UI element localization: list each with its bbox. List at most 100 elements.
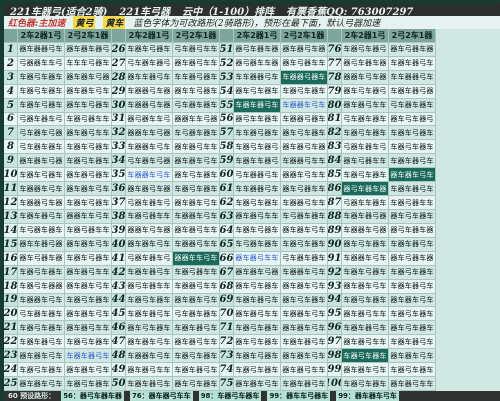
- cell-value[interactable]: 车器弓车器弓: [234, 140, 281, 155]
- cell-value[interactable]: 车器弓车器车: [18, 321, 65, 336]
- cell-value[interactable]: 车器弓车器车: [389, 307, 436, 322]
- cell-value[interactable]: 车器车器弓车: [18, 209, 65, 224]
- cell-value[interactable]: 器车器车弓车: [342, 279, 389, 294]
- cell-value[interactable]: 车器器弓器车: [281, 70, 328, 85]
- cell-value[interactable]: 器车器弓车车: [342, 307, 389, 322]
- cell-value[interactable]: 器车弓车器车: [389, 209, 436, 224]
- cell-value[interactable]: 车器器弓器车: [281, 112, 328, 127]
- cell-value[interactable]: 车弓器车器车: [281, 209, 328, 224]
- cell-value[interactable]: 车车器器弓车: [389, 70, 436, 85]
- cell-value[interactable]: 器车器车弓车: [65, 279, 112, 294]
- cell-value[interactable]: 器器车弓车器: [342, 70, 389, 85]
- cell-value[interactable]: 器车弓车器弓: [342, 84, 389, 99]
- cell-value[interactable]: 器车器车弓车: [173, 154, 220, 169]
- cell-value[interactable]: 弓车器车弓器: [126, 154, 173, 169]
- cell-value[interactable]: 器车弓器车器: [18, 251, 65, 266]
- cell-value[interactable]: 器车器车弓车: [173, 196, 220, 210]
- cell-value[interactable]: 车车器弓器车: [173, 70, 220, 85]
- cell-value[interactable]: 车器弓车器车: [234, 196, 281, 210]
- cell-value[interactable]: 器车器弓车车: [342, 98, 389, 113]
- cell-value[interactable]: 器车器弓车车: [65, 126, 112, 141]
- cell-value[interactable]: 车器车器弓车: [173, 363, 220, 378]
- cell-value[interactable]: 车器弓车器车: [342, 349, 389, 364]
- cell-value[interactable]: 车器车器弓车: [389, 335, 436, 350]
- cell-value[interactable]: 车器车弓器车: [18, 98, 65, 113]
- cell-value[interactable]: 器弓车器车车: [126, 279, 173, 294]
- cell-value[interactable]: 弓车器车器车: [342, 112, 389, 127]
- cell-value[interactable]: 车器弓车器弓: [342, 42, 389, 57]
- cell-value[interactable]: 器器车车弓器: [126, 126, 173, 141]
- cell-value[interactable]: 器车器弓车器: [126, 182, 173, 197]
- cell-value[interactable]: 器车器弓车车: [173, 223, 220, 238]
- cell-value[interactable]: 器车器车弓车: [389, 293, 436, 308]
- cell-value[interactable]: 车器车器弓车: [389, 237, 436, 252]
- cell-value[interactable]: 车器弓车器车: [281, 237, 328, 252]
- cell-value[interactable]: 车器弓车器车: [65, 154, 112, 169]
- cell-value[interactable]: 车器车器弓车: [65, 349, 112, 364]
- cell-value[interactable]: 器车弓车器弓: [389, 112, 436, 127]
- cell-value[interactable]: 器车器车弓车: [281, 223, 328, 238]
- cell-value[interactable]: 器车车弓器车: [65, 98, 112, 113]
- cell-value[interactable]: 器车车器弓车: [126, 70, 173, 85]
- cell-value[interactable]: 车器车器弓车: [18, 335, 65, 350]
- cell-value[interactable]: 车器车弓器车: [389, 126, 436, 141]
- cell-value[interactable]: 器车器车弓车: [342, 363, 389, 378]
- cell-value[interactable]: 车器车器弓车: [342, 321, 389, 336]
- cell-value[interactable]: 车器弓车器车: [389, 265, 436, 280]
- cell-value[interactable]: 车器弓车器车: [18, 70, 65, 85]
- cell-value[interactable]: 车车器弓器车: [234, 126, 281, 141]
- cell-value[interactable]: 器车器车弓器: [65, 70, 112, 85]
- cell-value[interactable]: 器车器弓车车: [126, 363, 173, 378]
- cell-value[interactable]: 器车器弓器车: [65, 168, 112, 183]
- cell-value[interactable]: 器车器车弓车: [65, 84, 112, 99]
- cell-value[interactable]: 器车弓车器车: [173, 377, 220, 391]
- cell-value[interactable]: 车车器器弓车: [234, 70, 281, 85]
- cell-value[interactable]: 弓车器弓车车: [173, 42, 220, 57]
- cell-value[interactable]: 车车器器弓车: [234, 182, 281, 197]
- cell-value[interactable]: 车器车器弓车: [389, 182, 436, 197]
- cell-value[interactable]: 车弓器车器车: [18, 223, 65, 238]
- cell-value[interactable]: 车器车器弓车: [126, 307, 173, 322]
- cell-value[interactable]: 器车器车弓器: [18, 154, 65, 169]
- cell-value[interactable]: 弓器车器车弓: [126, 196, 173, 210]
- cell-value[interactable]: 器车器弓车器: [281, 140, 328, 155]
- cell-value[interactable]: 车器弓车器车: [389, 140, 436, 155]
- cell-value[interactable]: 车器车弓器车: [342, 265, 389, 280]
- cell-value[interactable]: 车器车器弓器: [389, 84, 436, 99]
- cell-value[interactable]: 器车器弓车车: [342, 335, 389, 350]
- cell-value[interactable]: 车器器弓车车: [281, 196, 328, 210]
- cell-value[interactable]: 车器器车弓车: [281, 307, 328, 322]
- cell-value[interactable]: 车器弓车器车: [173, 182, 220, 197]
- cell-value[interactable]: 车器车弓器车: [126, 42, 173, 57]
- cell-value[interactable]: 器车器车弓车: [126, 237, 173, 252]
- cell-value[interactable]: 器车器车弓车: [65, 182, 112, 197]
- cell-value[interactable]: 车器器车弓车: [173, 209, 220, 224]
- cell-value[interactable]: 车器器车弓车: [18, 293, 65, 308]
- cell-value[interactable]: 器车弓车器车: [173, 168, 220, 183]
- cell-value[interactable]: 弓车器车弓器: [18, 126, 65, 141]
- cell-value[interactable]: 车器车器弓车: [234, 98, 281, 113]
- cell-value[interactable]: 器车器车弓车: [65, 363, 112, 378]
- cell-value[interactable]: 弓器器车车弓: [18, 56, 65, 71]
- cell-value[interactable]: 器车弓器车器: [389, 42, 436, 57]
- cell-value[interactable]: 器车器弓车车: [234, 209, 281, 224]
- cell-value[interactable]: 车器弓车器车: [18, 265, 65, 280]
- cell-value[interactable]: 器车器弓车车: [173, 335, 220, 350]
- cell-value[interactable]: 器车弓车器车: [389, 321, 436, 336]
- cell-value[interactable]: 器弓车器车器: [389, 223, 436, 238]
- cell-value[interactable]: 弓车器器弓车: [234, 168, 281, 183]
- cell-value[interactable]: 器车器器弓车: [18, 42, 65, 57]
- cell-value[interactable]: 器车器车器弓: [65, 42, 112, 57]
- cell-value[interactable]: 车器车弓器车: [65, 196, 112, 210]
- cell-value[interactable]: 器车弓器车车: [281, 56, 328, 71]
- cell-value[interactable]: 器车弓器车车: [342, 154, 389, 169]
- cell-value[interactable]: 车器车器弓车: [234, 293, 281, 308]
- cell-value[interactable]: 车器器弓车器: [18, 196, 65, 210]
- cell-value[interactable]: 车器器车弓车: [281, 98, 328, 113]
- cell-value[interactable]: 车器车器弓车: [126, 265, 173, 280]
- cell-value[interactable]: 弓车器车器车: [173, 98, 220, 113]
- cell-value[interactable]: 弓车器车器车: [18, 307, 65, 322]
- cell-value[interactable]: 车器器弓车器: [126, 84, 173, 99]
- cell-value[interactable]: 车器弓车器车: [234, 321, 281, 336]
- cell-value[interactable]: 车器车器弓器: [342, 209, 389, 224]
